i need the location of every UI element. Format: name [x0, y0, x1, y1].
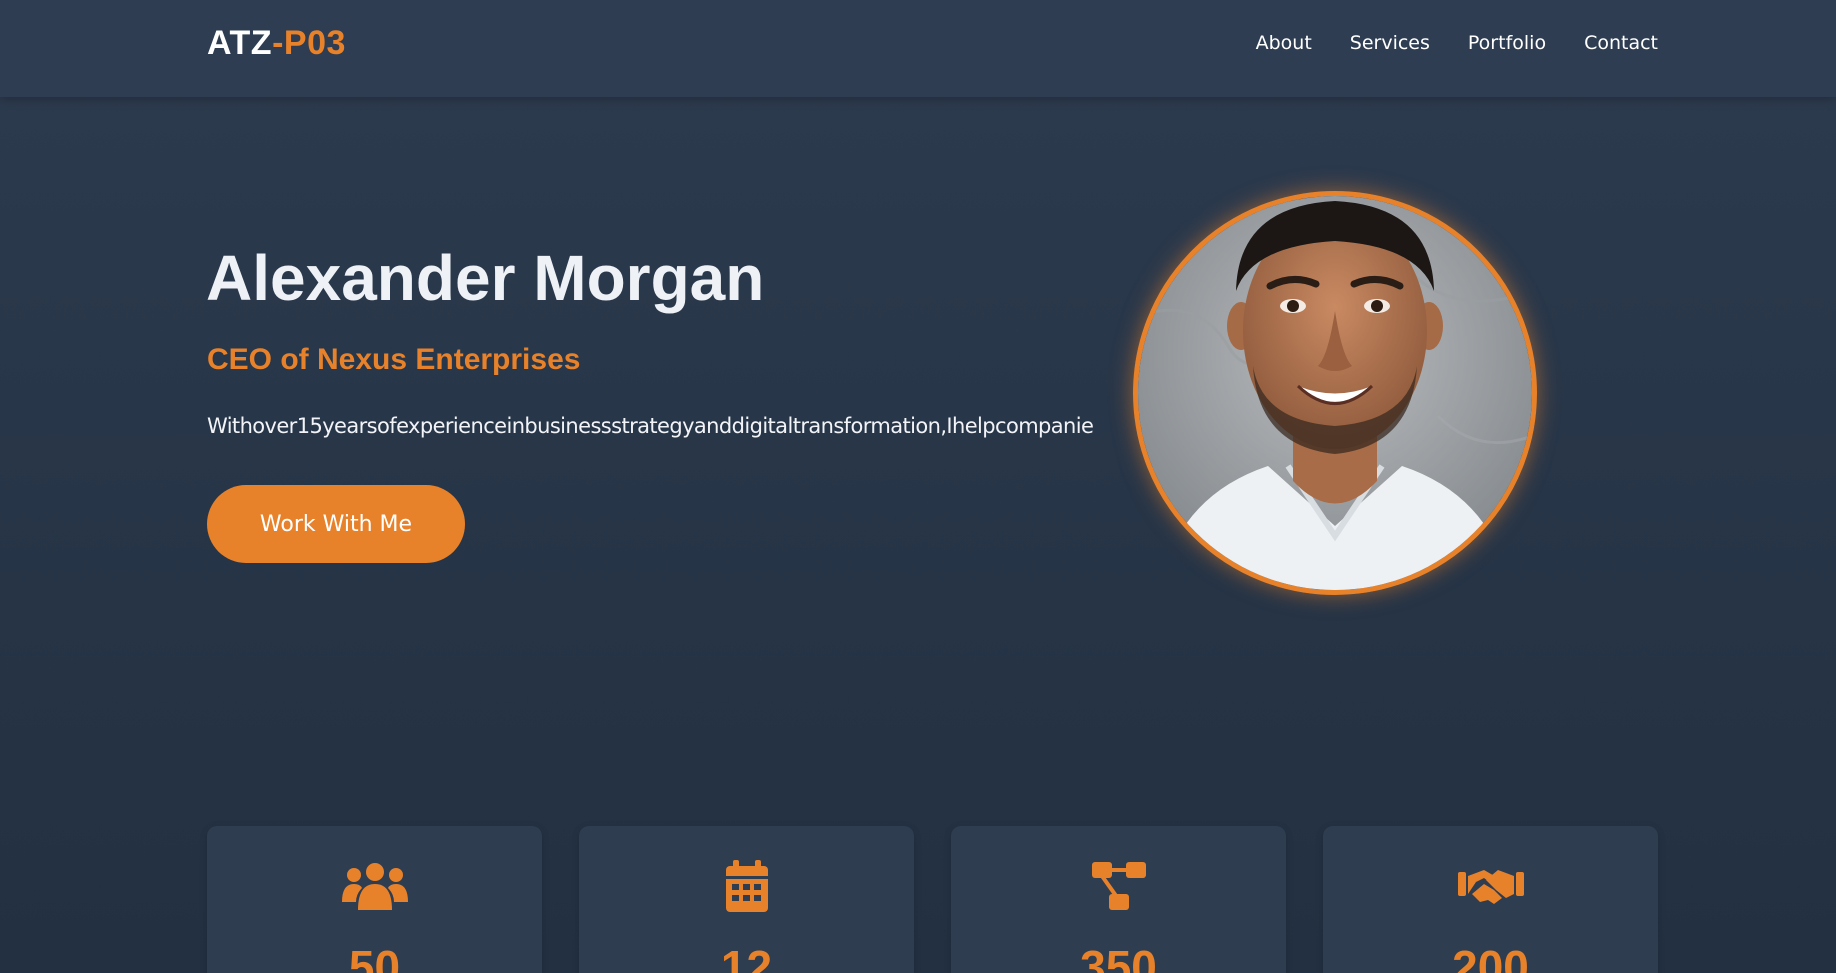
- logo-main: ATZ: [207, 24, 273, 62]
- nav-link-about[interactable]: About: [1256, 32, 1312, 54]
- stat-value-partners: 200: [1452, 941, 1529, 973]
- handshake-icon: [1457, 870, 1524, 904]
- logo-accent: -P03: [272, 24, 346, 62]
- stat-value-projects: 350: [1080, 941, 1157, 973]
- hero-title: CEO of Nexus Enterprises: [207, 343, 581, 376]
- calendar-icon: [725, 860, 768, 912]
- nav-link-contact[interactable]: Contact: [1584, 32, 1658, 54]
- hero-description: Withover15yearsofexperienceinbusinessstr…: [207, 414, 1094, 438]
- profile-portrait-icon: [1138, 196, 1532, 590]
- users-icon: [341, 863, 408, 910]
- stat-card-projects: 350: [951, 826, 1286, 973]
- nav-link-services[interactable]: Services: [1350, 32, 1430, 54]
- network-icon: [1091, 862, 1146, 910]
- profile-photo: [1133, 191, 1537, 595]
- nav-link-portfolio[interactable]: Portfolio: [1468, 32, 1546, 54]
- navbar: ATZ-P03 About Services Portfolio Contact: [0, 0, 1836, 97]
- work-with-me-button[interactable]: Work With Me: [207, 485, 465, 563]
- stat-value-clients: 50: [348, 941, 401, 973]
- main-nav: About Services Portfolio Contact: [1256, 32, 1658, 54]
- stats-section: 50 12 350 200: [207, 826, 1658, 973]
- site-logo[interactable]: ATZ-P03: [207, 24, 346, 63]
- stat-card-partners: 200: [1323, 826, 1658, 973]
- stat-card-years: 12: [579, 826, 914, 973]
- stat-card-clients: 50: [207, 826, 542, 973]
- stat-value-years: 12: [720, 941, 773, 973]
- hero-name: Alexander Morgan: [206, 242, 765, 314]
